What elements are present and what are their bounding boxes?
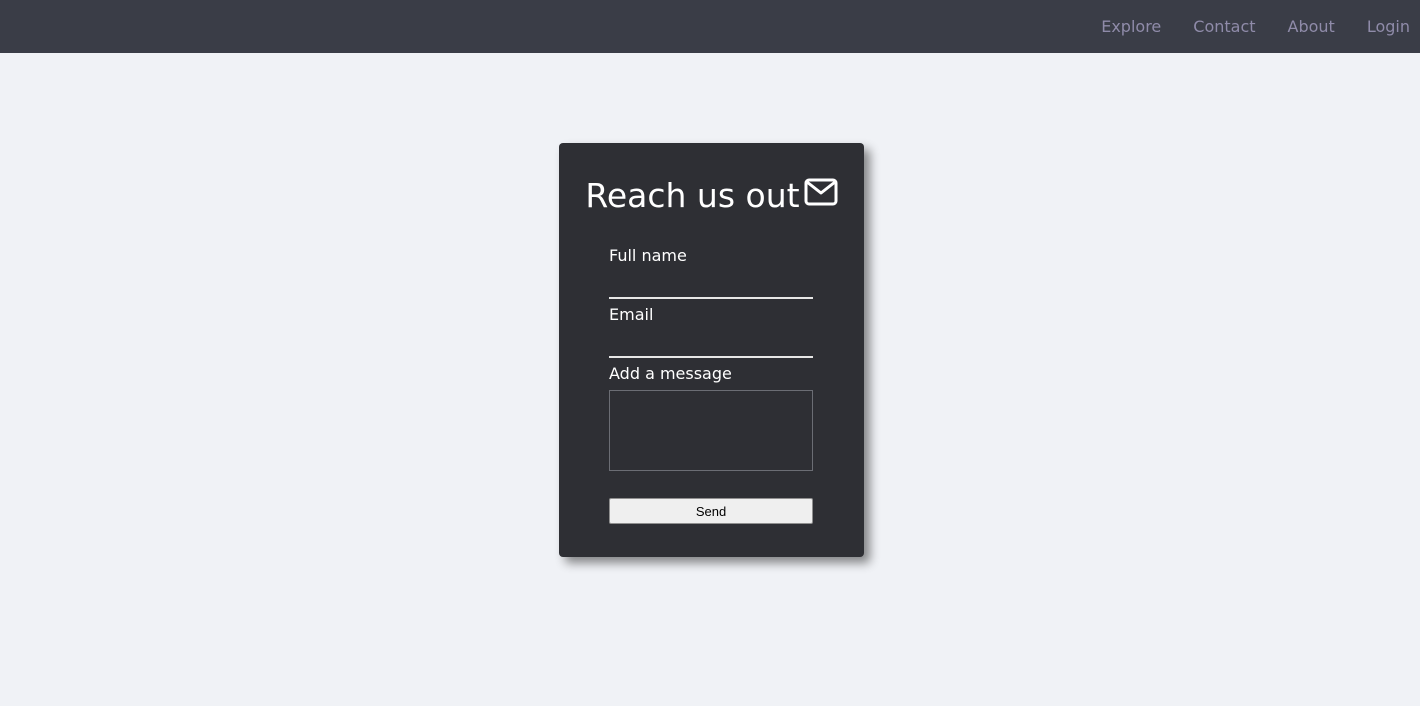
nav-link-contact[interactable]: Contact (1193, 17, 1255, 36)
email-label: Email (609, 305, 654, 324)
contact-form-card: Reach us out Full name Email Add a messa… (559, 143, 864, 557)
send-button[interactable]: Send (609, 498, 813, 524)
nav-link-login[interactable]: Login (1367, 17, 1410, 36)
nav-links: Explore Contact About Login (1069, 0, 1410, 53)
email-input[interactable] (609, 336, 813, 358)
full-name-label: Full name (609, 246, 687, 265)
nav-link-about[interactable]: About (1288, 17, 1335, 36)
message-textarea[interactable] (609, 390, 813, 471)
nav-link-explore[interactable]: Explore (1101, 17, 1161, 36)
full-name-input[interactable] (609, 277, 813, 299)
envelope-icon (804, 174, 838, 216)
form-title: Reach us out (559, 175, 864, 217)
form-title-text: Reach us out (585, 176, 800, 215)
message-label: Add a message (609, 364, 732, 383)
top-navbar: Explore Contact About Login (0, 0, 1420, 53)
